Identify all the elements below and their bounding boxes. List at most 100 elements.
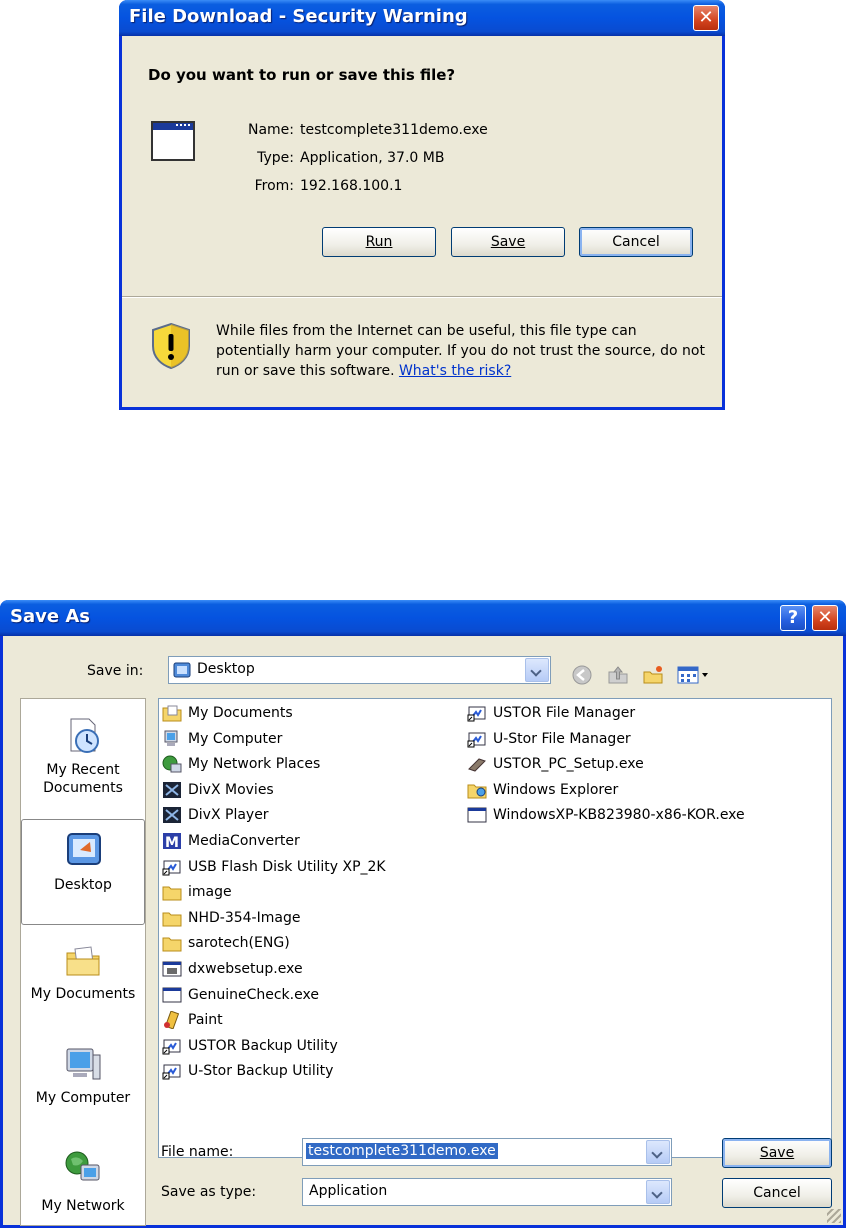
close-icon: ✕: [698, 7, 714, 28]
dialog-body: Do you want to run or save this file? Na…: [122, 36, 722, 407]
back-icon[interactable]: [571, 664, 593, 686]
shortcut-app-icon: [467, 732, 486, 748]
list-item-label: DivX Player: [188, 807, 269, 824]
list-item[interactable]: image: [162, 880, 232, 904]
exe-icon: [162, 987, 182, 1003]
shortcut-app-icon: [162, 1039, 181, 1055]
folder-icon: [162, 937, 182, 952]
list-item[interactable]: sarotech(ENG): [162, 931, 290, 955]
list-item[interactable]: GenuineCheck.exe: [162, 983, 319, 1007]
list-item[interactable]: NHD-354-Image: [162, 906, 300, 930]
media-converter-icon: M: [163, 833, 181, 850]
list-item[interactable]: My Network Places: [162, 752, 320, 776]
chevron-down-icon[interactable]: [646, 1140, 670, 1164]
list-item[interactable]: Windows Explorer: [467, 778, 618, 802]
places-bar: My Recent Documents Desktop My Documents: [20, 698, 146, 1226]
folder-docs-icon: [162, 705, 182, 722]
close-button[interactable]: ✕: [693, 5, 719, 31]
divx-icon: [163, 781, 181, 798]
help-icon: ?: [787, 607, 799, 628]
file-list[interactable]: My Documents My Computer My Network Places…: [158, 698, 832, 1158]
save-as-type-select[interactable]: Application: [302, 1178, 672, 1206]
view-menu-icon[interactable]: [677, 664, 711, 686]
list-item[interactable]: DivX Player: [162, 803, 269, 827]
cancel-button[interactable]: Cancel: [579, 227, 693, 257]
shortcut-app-icon: [162, 1064, 181, 1080]
resize-grip[interactable]: [827, 1209, 841, 1223]
save-in-combo[interactable]: Desktop: [168, 656, 551, 684]
file-name-input[interactable]: testcomplete311demo.exe: [302, 1138, 672, 1166]
list-item-label: Windows Explorer: [493, 781, 619, 798]
list-item[interactable]: U-Stor File Manager: [467, 727, 631, 751]
chevron-down-icon[interactable]: [525, 658, 549, 682]
list-item[interactable]: My Documents: [162, 701, 293, 725]
list-item-label: Paint: [188, 1012, 223, 1029]
list-item-label: My Network Places: [188, 756, 321, 773]
question-text: Do you want to run or save this file?: [148, 66, 456, 84]
recent-documents-icon: [70, 718, 99, 753]
list-item-label: My Documents: [188, 705, 293, 721]
list-item[interactable]: M MediaConverter: [162, 829, 300, 853]
close-icon: ✕: [817, 607, 833, 628]
cancel-button-label: Cancel: [753, 1185, 801, 1201]
place-desktop[interactable]: Desktop: [21, 819, 145, 925]
type-value: Application, 37.0 MB: [300, 150, 445, 166]
security-shield-icon: [152, 322, 190, 370]
my-documents-icon: [66, 946, 100, 976]
place-my-computer[interactable]: My Computer: [21, 1035, 145, 1141]
exe-icon: [467, 807, 487, 823]
close-button[interactable]: ✕: [812, 605, 838, 631]
list-item-label: image: [188, 884, 232, 901]
chevron-down-icon[interactable]: [646, 1180, 670, 1204]
dialog-title: File Download - Security Warning: [129, 6, 468, 27]
place-label: My Network: [41, 1198, 125, 1214]
list-item[interactable]: U-Stor Backup Utility: [162, 1059, 333, 1083]
list-item[interactable]: USTOR_PC_Setup.exe: [467, 752, 644, 776]
folder-icon: [162, 886, 182, 901]
save-as-type-value: Application: [309, 1183, 388, 1199]
title-bar[interactable]: File Download - Security Warning ✕: [119, 0, 725, 36]
name-value: testcomplete311demo.exe: [300, 122, 488, 138]
place-label: Desktop: [54, 877, 112, 893]
run-button[interactable]: Run: [322, 227, 436, 257]
help-button[interactable]: ?: [780, 605, 806, 631]
svg-text:M: M: [165, 835, 179, 850]
save-button-label: Save: [759, 1145, 795, 1161]
list-item[interactable]: dxwebsetup.exe: [162, 957, 303, 981]
place-my-documents[interactable]: My Documents: [21, 931, 145, 1037]
file-info: Name: testcomplete311demo.exe Type: Applic…: [222, 116, 488, 200]
list-item[interactable]: My Computer: [162, 727, 282, 751]
whats-the-risk-link[interactable]: What's the risk?: [399, 363, 511, 379]
list-item[interactable]: USTOR File Manager: [467, 701, 635, 725]
up-folder-icon[interactable]: [607, 664, 629, 686]
setup-icon: [468, 758, 486, 772]
exe-setup-icon: [162, 961, 182, 977]
list-item[interactable]: USB Flash Disk Utility XP_2K: [162, 855, 386, 879]
save-in-label: Save in:: [87, 663, 144, 679]
place-my-network[interactable]: My Network: [21, 1139, 145, 1225]
name-label: Name:: [247, 122, 294, 138]
list-item[interactable]: WindowsXP-KB823980-x86-KOR.exe: [467, 803, 745, 827]
list-item-label: DivX Movies: [188, 781, 274, 798]
save-as-type-label: Save as type:: [161, 1184, 257, 1200]
run-button-label: Run: [365, 234, 393, 250]
list-item[interactable]: Paint: [162, 1008, 223, 1032]
cancel-button-label: Cancel: [612, 234, 660, 250]
application-icon: [151, 121, 195, 161]
title-bar[interactable]: Save As ? ✕: [0, 600, 846, 636]
save-button[interactable]: Save: [722, 1138, 832, 1168]
list-item-label: USTOR File Manager: [493, 705, 636, 721]
cancel-button[interactable]: Cancel: [722, 1178, 832, 1208]
list-item-label: GenuineCheck.exe: [188, 986, 319, 1003]
save-button[interactable]: Save: [451, 227, 565, 257]
list-item[interactable]: USTOR Backup Utility: [162, 1034, 338, 1058]
list-item-label: sarotech(ENG): [188, 935, 290, 952]
list-item[interactable]: DivX Movies: [162, 778, 274, 802]
save-as-dialog: Save As ? ✕ Save in: Desktop My Recent D…: [0, 600, 846, 1228]
place-my-recent-documents[interactable]: My Recent Documents: [21, 705, 145, 811]
list-item-label: dxwebsetup.exe: [188, 961, 303, 977]
list-item-label: My Computer: [188, 730, 283, 747]
list-item-label: USTOR Backup Utility: [188, 1037, 338, 1054]
save-button-label: Save: [490, 234, 526, 250]
new-folder-icon[interactable]: [642, 664, 664, 686]
